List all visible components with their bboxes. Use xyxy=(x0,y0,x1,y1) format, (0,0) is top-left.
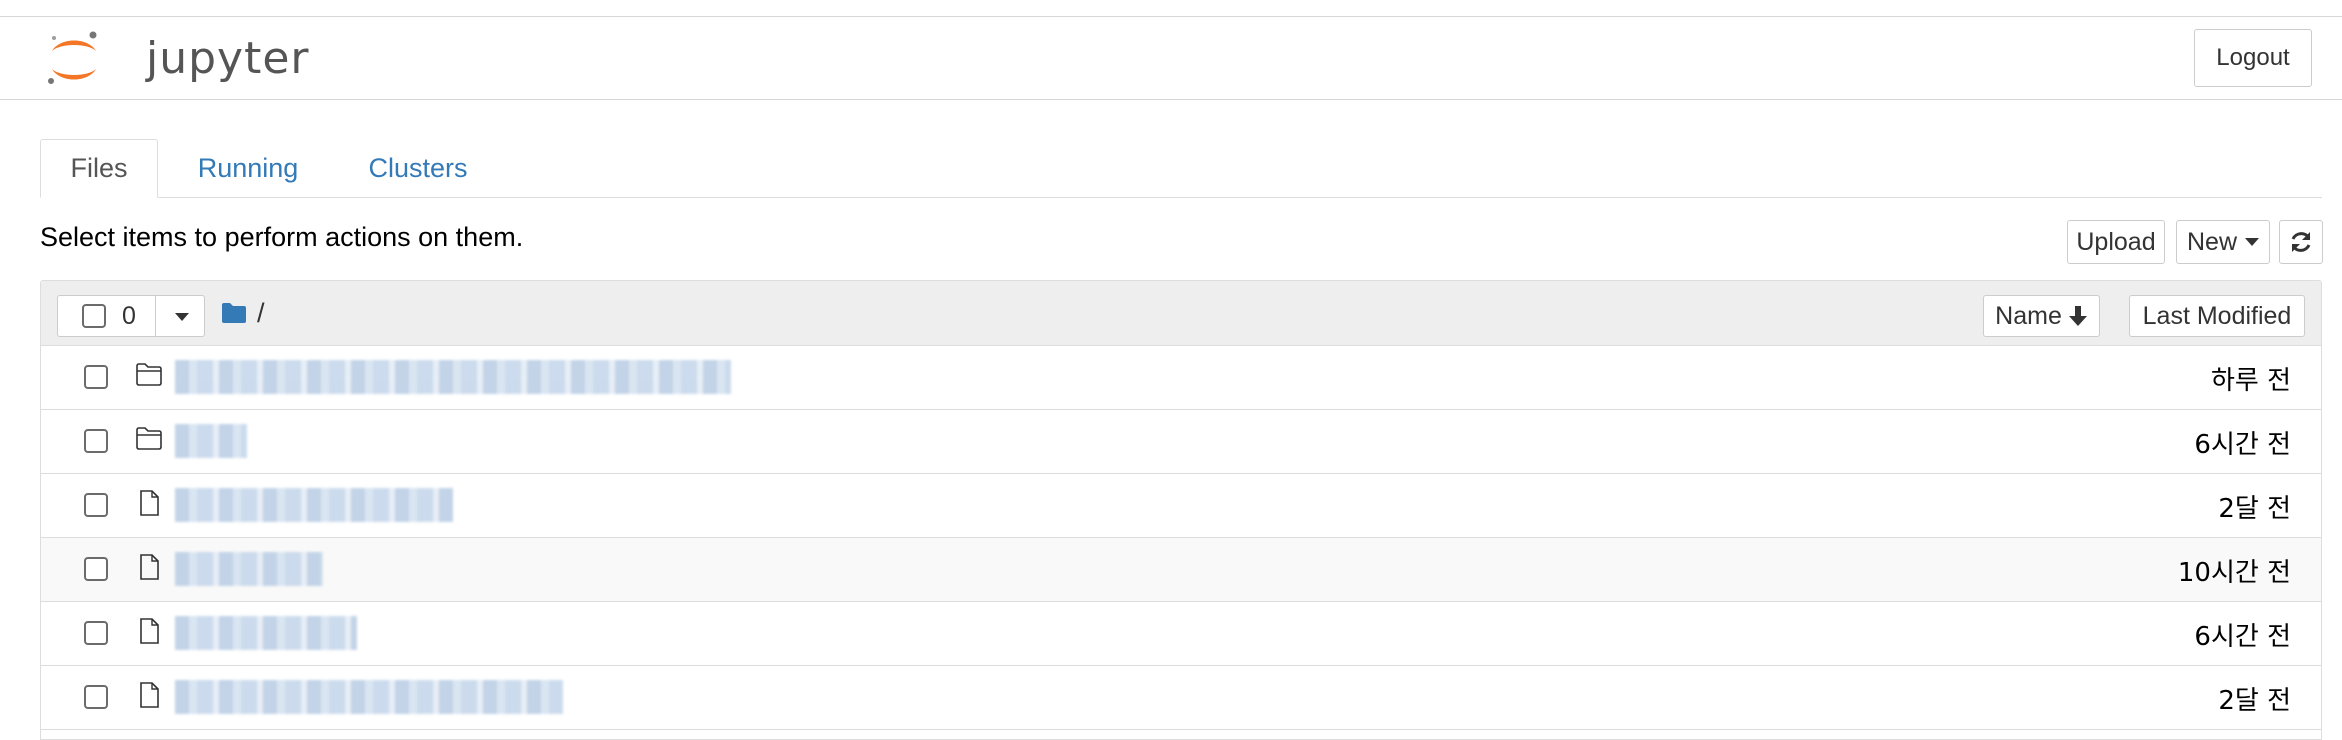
item-modified: 10시간 전 xyxy=(2177,558,2291,588)
item-name-redacted[interactable] xyxy=(175,488,453,522)
item-name-redacted[interactable] xyxy=(175,616,357,650)
list-item[interactable]: 6시간 전 xyxy=(41,602,2321,666)
row-checkbox[interactable] xyxy=(84,685,108,709)
select-all-checkbox[interactable] xyxy=(82,304,106,328)
file-list-header: 0 / Name Last Modified xyxy=(41,281,2321,346)
row-checkbox[interactable] xyxy=(84,493,108,517)
jupyter-logo-icon xyxy=(48,31,97,84)
list-item[interactable]: 2달 전 xyxy=(41,474,2321,538)
sort-name-label: Name xyxy=(1995,301,2062,330)
file-icon xyxy=(140,554,159,580)
breadcrumb: / xyxy=(221,295,265,331)
list-item[interactable]: 6시간 전 xyxy=(41,410,2321,474)
folder-icon[interactable] xyxy=(221,302,247,324)
jupyter-logo[interactable]: jupyter xyxy=(46,27,309,93)
item-modified: 하루 전 xyxy=(2210,366,2291,396)
logout-button[interactable]: Logout xyxy=(2194,29,2312,87)
item-name-redacted[interactable] xyxy=(175,424,247,458)
arrow-down-icon xyxy=(2068,306,2087,326)
tab-clusters[interactable]: Clusters xyxy=(343,139,493,197)
jupyter-wordmark: jupyter xyxy=(146,33,310,84)
select-dropdown-button[interactable] xyxy=(156,296,204,336)
item-name-redacted[interactable] xyxy=(175,360,731,394)
sort-last-modified-button[interactable]: Last Modified xyxy=(2129,295,2305,337)
refresh-icon xyxy=(2291,232,2311,252)
sort-name-button[interactable]: Name xyxy=(1983,295,2100,337)
row-checkbox[interactable] xyxy=(84,621,108,645)
upload-button[interactable]: Upload xyxy=(2067,220,2165,264)
caret-down-icon xyxy=(2245,238,2259,246)
tab-files[interactable]: Files xyxy=(40,139,158,198)
header-bar: jupyter Logout xyxy=(0,17,2342,100)
select-all-group: 0 xyxy=(57,295,205,337)
item-modified: 6시간 전 xyxy=(2194,430,2291,460)
folder-outline-icon xyxy=(136,363,162,386)
row-checkbox[interactable] xyxy=(84,365,108,389)
tab-bar: Files Running Clusters xyxy=(40,139,2322,198)
list-item[interactable]: 하루 전 xyxy=(41,346,2321,410)
item-modified: 6시간 전 xyxy=(2194,622,2291,652)
caret-down-icon xyxy=(175,313,189,321)
file-icon xyxy=(140,618,159,644)
file-list: 0 / Name Last Modified 하루 전 6시간 전 2달 전 1… xyxy=(40,280,2322,740)
item-modified: 2달 전 xyxy=(2218,686,2291,716)
item-name-redacted[interactable] xyxy=(175,552,323,586)
new-button-label: New xyxy=(2186,227,2237,256)
list-item[interactable]: 2달 전 xyxy=(41,666,2321,730)
selected-count: 0 xyxy=(122,302,136,330)
row-checkbox[interactable] xyxy=(84,557,108,581)
breadcrumb-root-link[interactable]: / xyxy=(257,298,265,329)
file-icon xyxy=(140,490,159,516)
instructions-text: Select items to perform actions on them. xyxy=(40,222,524,252)
item-modified: 2달 전 xyxy=(2218,494,2291,524)
file-icon xyxy=(140,682,159,708)
item-name-redacted[interactable] xyxy=(175,680,563,714)
refresh-button[interactable] xyxy=(2279,220,2323,264)
folder-outline-icon xyxy=(136,427,162,450)
list-item[interactable]: 10시간 전 xyxy=(41,538,2321,602)
row-checkbox[interactable] xyxy=(84,429,108,453)
tab-running[interactable]: Running xyxy=(173,139,323,197)
new-dropdown-button[interactable]: New xyxy=(2176,220,2270,264)
